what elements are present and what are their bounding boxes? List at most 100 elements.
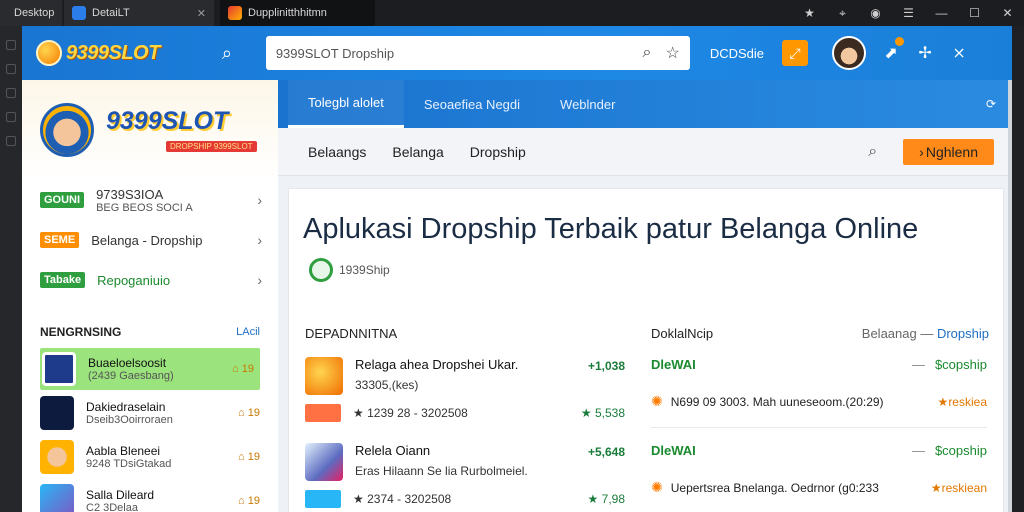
sparkle-icon: ✺ bbox=[651, 479, 663, 495]
gutter-icon[interactable] bbox=[6, 112, 16, 122]
game-thumb bbox=[40, 440, 74, 474]
bookmark-icon[interactable]: ★ bbox=[793, 0, 826, 26]
product-name: Relaga ahea Dropshei Ukar. bbox=[355, 357, 519, 372]
maximize-icon[interactable]: ☐ bbox=[958, 0, 991, 26]
game-count: 19 bbox=[247, 451, 260, 463]
search-icon[interactable]: ⌕ bbox=[222, 43, 244, 64]
page-title: Aplukasi Dropship Terbaik patur Belanga … bbox=[303, 209, 983, 290]
headline-text: Aplukasi Dropship Terbaik patur Belanga … bbox=[303, 213, 919, 245]
star-icon[interactable]: ☆ bbox=[665, 43, 679, 63]
product-meta-value: ★ 7,98 bbox=[587, 492, 625, 506]
tab[interactable]: Weblnder bbox=[540, 80, 635, 128]
product-delta: +1,038 bbox=[587, 359, 625, 373]
menu-label: Repoganiuio bbox=[97, 272, 171, 288]
game-sub: (2439 Gaesbang) bbox=[88, 370, 174, 382]
game-thumb bbox=[40, 484, 74, 512]
game-item[interactable]: Aabla Bleneei 9248 TDsiGtakad ⌂ 19 bbox=[22, 436, 278, 478]
user-label[interactable]: DCDSdie bbox=[710, 46, 764, 61]
product-meta: ★ 2374 - 3202508 bbox=[353, 492, 452, 506]
lock-icon: ⌂ bbox=[238, 451, 248, 463]
cta-label: Nghlenn bbox=[925, 143, 978, 160]
subnav-item[interactable]: Belanga bbox=[392, 144, 443, 160]
section-link[interactable]: LAcil bbox=[236, 326, 260, 338]
close-icon[interactable]: ✕ bbox=[991, 0, 1024, 26]
connect-icon[interactable]: ✢ bbox=[916, 43, 934, 63]
menu-icon[interactable]: ☰ bbox=[892, 0, 925, 26]
gutter-icon[interactable] bbox=[6, 40, 16, 50]
sidebar-item[interactable]: SEME Belanga - Dropship › bbox=[22, 220, 278, 260]
lock-icon: ⌂ bbox=[238, 495, 248, 507]
refresh-icon[interactable]: ⟳ bbox=[986, 97, 996, 111]
notification-dot bbox=[895, 37, 905, 46]
game-count: 19 bbox=[247, 495, 260, 507]
search-icon[interactable]: ⌕ bbox=[868, 143, 877, 161]
right-column-link[interactable]: Belaanag — Dropship bbox=[862, 326, 989, 341]
game-sub: Dseib3Ooirroraen bbox=[86, 414, 173, 426]
location-icon[interactable]: ⌖ bbox=[826, 0, 859, 26]
cta-button[interactable]: › Nghlenn bbox=[903, 138, 994, 165]
rating: ★reskiea bbox=[938, 395, 987, 409]
row-line: N699 09 3003. Mah uuneseoom.(20:29) bbox=[670, 394, 884, 409]
row-label: DleWAI bbox=[651, 443, 696, 458]
menu-badge: GOUNI bbox=[40, 192, 85, 208]
browser-tab[interactable]: Desktop bbox=[0, 0, 62, 26]
close-tab-icon[interactable]: ✕ bbox=[197, 7, 206, 20]
tab[interactable]: Seoaefiea Negdi bbox=[404, 80, 540, 128]
tab-label: Dupplinitthhitmn bbox=[248, 7, 327, 19]
game-name: Buaeloelsoosit bbox=[88, 356, 167, 370]
game-sub: 9248 TDsiGtakad bbox=[86, 458, 172, 470]
product-image bbox=[305, 443, 343, 481]
game-item[interactable]: Salla Dileard C2 3Delaa ⌂ 19 bbox=[22, 480, 278, 512]
gutter-icon[interactable] bbox=[6, 88, 16, 98]
profile-icon[interactable]: ◉ bbox=[859, 0, 892, 26]
gutter-icon[interactable] bbox=[6, 64, 16, 74]
product-meta-value: ★ 5,538 bbox=[580, 406, 625, 420]
product-meta-row: ★ 1239 28 - 3202508 ★ 5,538 bbox=[305, 403, 625, 423]
brand-text: 9399SLOT bbox=[106, 106, 229, 135]
expand-icon[interactable]: ⨯ bbox=[950, 43, 968, 63]
tab-active[interactable]: Tolegbl alolet bbox=[288, 80, 404, 128]
brand-sub: DROPSHIP 9399SLOT bbox=[166, 140, 257, 152]
gutter-icon[interactable] bbox=[6, 136, 16, 146]
menu-badge: SEME bbox=[40, 232, 80, 248]
product-meta: ★ 1239 28 - 3202508 bbox=[353, 406, 468, 420]
product-meta-row: ★ 2374 - 3202508 ★ 7,98 bbox=[305, 489, 625, 509]
game-thumb bbox=[42, 352, 76, 386]
main-content: Tolegbl alolet Seoaefiea Negdi Weblnder … bbox=[278, 80, 1012, 512]
chevron-right-icon: › bbox=[257, 272, 262, 288]
game-item[interactable]: Dakiedraselain Dseib3Ooirroraen ⌂ 19 bbox=[22, 392, 278, 434]
game-meta: ⌂ 19 bbox=[232, 363, 254, 375]
game-count: 19 bbox=[247, 407, 260, 419]
product-delta: +5,648 bbox=[587, 445, 625, 459]
address-bar[interactable]: ⌕ ☆ bbox=[265, 36, 690, 70]
logo-text: 9399SLOT bbox=[66, 41, 160, 64]
avatar[interactable] bbox=[832, 36, 867, 70]
app-icon bbox=[228, 6, 242, 20]
window-controls: ★ ⌖ ◉ ☰ — ☐ ✕ bbox=[793, 0, 1024, 26]
sidebar-item[interactable]: GOUNI 9739S3IOA BEG BEOS SOCI A › bbox=[22, 180, 278, 220]
notification-icon[interactable]: ⬈ bbox=[882, 37, 905, 63]
game-meta: ⌂ 19 bbox=[238, 495, 260, 507]
game-count: 19 bbox=[241, 363, 254, 375]
row-value: $copship bbox=[934, 357, 987, 372]
app-window: 9399SLOT ⌕ ⌕ ☆ DCDSdie ⤢ ⬈ ✢ ⨯ 9399SLOT … bbox=[22, 26, 1012, 512]
product-price: 33305,(kes) bbox=[355, 378, 419, 392]
row-line: Uepertsrea Bnelanga. Oedrnor (g0:233 bbox=[670, 480, 879, 495]
browser-tab[interactable]: DetaiLT ✕ bbox=[64, 0, 214, 26]
row-value: $copship bbox=[934, 443, 987, 458]
lock-icon: ⌂ bbox=[238, 407, 248, 419]
browser-tab-active[interactable]: Dupplinitthhitmn bbox=[220, 0, 375, 26]
sidebar-item[interactable]: Tabake Repoganiuio › bbox=[22, 260, 278, 300]
subnav-item[interactable]: Belaangs bbox=[308, 144, 366, 160]
subnav-item[interactable]: Dropship bbox=[470, 144, 526, 160]
minimize-icon[interactable]: — bbox=[925, 0, 958, 26]
browser-titlebar: Desktop DetaiLT ✕ Dupplinitthhitmn ★ ⌖ ◉… bbox=[0, 0, 1024, 26]
logo[interactable]: 9399SLOT bbox=[36, 40, 160, 66]
share-icon[interactable]: ⤢ bbox=[782, 40, 809, 66]
dash-separator: — bbox=[911, 357, 925, 372]
game-name: Salla Dileard bbox=[86, 488, 155, 502]
address-input[interactable] bbox=[275, 45, 629, 61]
game-item[interactable]: Buaeloelsoosit (2439 Gaesbang) ⌂ 19 bbox=[40, 348, 260, 390]
search-icon[interactable]: ⌕ bbox=[643, 44, 652, 62]
link-part: Dropship bbox=[936, 326, 989, 341]
